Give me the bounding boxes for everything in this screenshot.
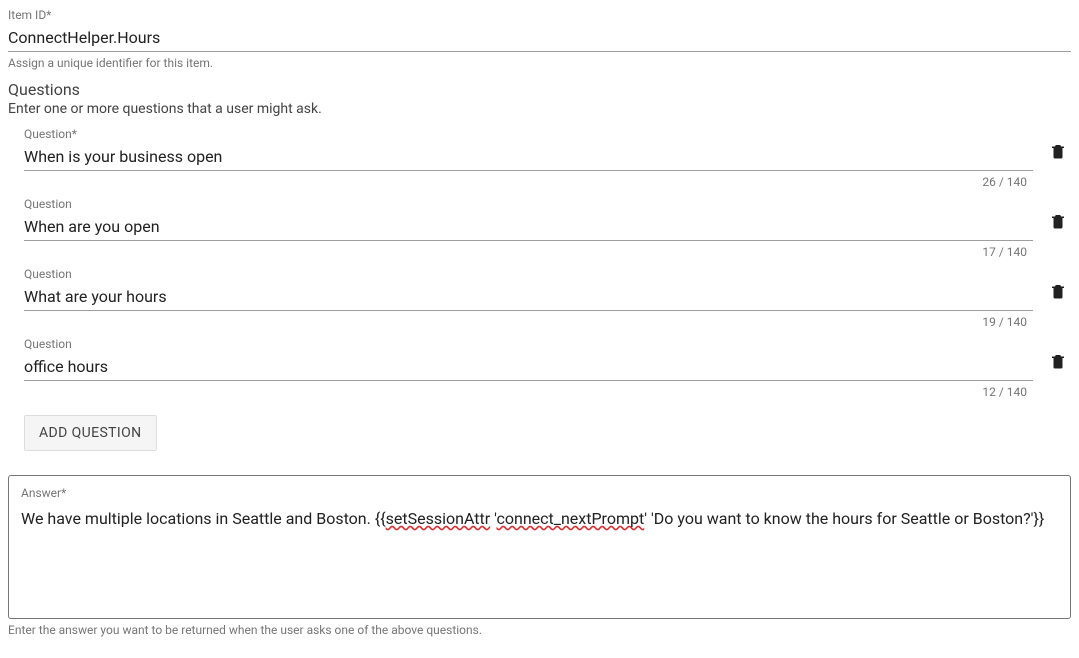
item-id-label: Item ID* (8, 8, 1071, 22)
trash-icon (1049, 282, 1067, 300)
trash-icon (1049, 352, 1067, 370)
questions-subtitle: Enter one or more questions that a user … (8, 101, 1071, 117)
question-label: Question* (24, 127, 1033, 141)
question-input[interactable] (24, 141, 1033, 171)
item-id-helper: Assign a unique identifier for this item… (8, 56, 1071, 70)
answer-label: Answer* (21, 486, 1058, 500)
question-counter: 17 / 140 (8, 245, 1027, 259)
question-label: Question (24, 197, 1033, 211)
delete-question-button[interactable] (1045, 138, 1071, 167)
question-label: Question (24, 267, 1033, 281)
question-label: Question (24, 337, 1033, 351)
questions-title: Questions (8, 80, 1071, 99)
question-counter: 26 / 140 (8, 175, 1027, 189)
delete-question-button[interactable] (1045, 348, 1071, 377)
answer-textarea[interactable]: We have multiple locations in Seattle an… (21, 508, 1058, 608)
question-input[interactable] (24, 211, 1033, 241)
trash-icon (1049, 142, 1067, 160)
trash-icon (1049, 212, 1067, 230)
question-input[interactable] (24, 351, 1033, 381)
answer-helper: Enter the answer you want to be returned… (8, 623, 1071, 637)
question-counter: 19 / 140 (8, 315, 1027, 329)
answer-box: Answer* We have multiple locations in Se… (8, 475, 1071, 619)
delete-question-button[interactable] (1045, 208, 1071, 237)
delete-question-button[interactable] (1045, 278, 1071, 307)
add-question-button[interactable]: ADD QUESTION (24, 415, 157, 451)
item-id-input[interactable] (8, 22, 1071, 52)
question-counter: 12 / 140 (8, 385, 1027, 399)
question-input[interactable] (24, 281, 1033, 311)
